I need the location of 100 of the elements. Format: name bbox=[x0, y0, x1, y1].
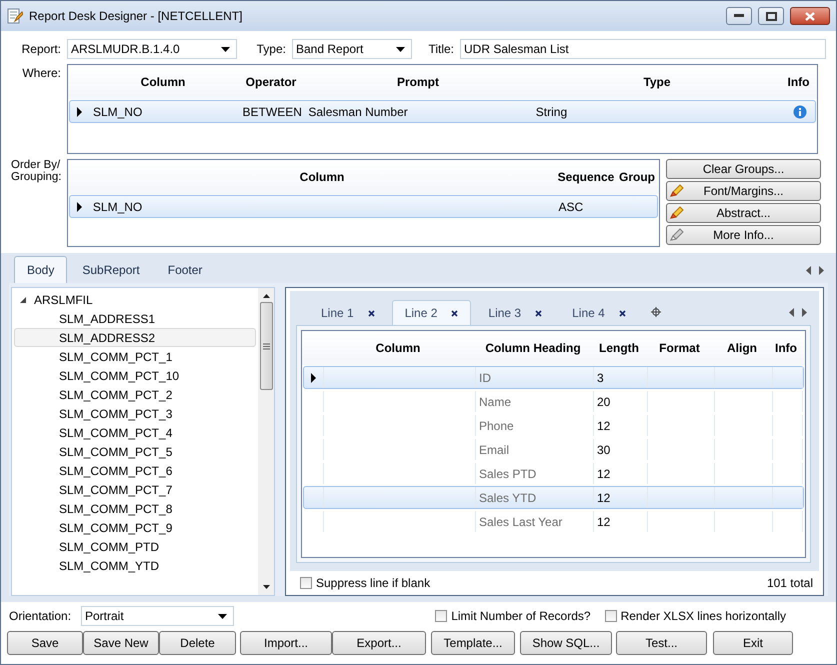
table-cell: String bbox=[536, 104, 568, 118]
table-cell: 3 bbox=[597, 370, 604, 384]
scroll-left-icon[interactable] bbox=[789, 308, 794, 316]
button[interactable]: Save bbox=[7, 631, 83, 655]
column-header[interactable]: Length bbox=[592, 341, 646, 355]
column-header[interactable]: Info bbox=[782, 75, 815, 89]
dropdown[interactable]: Band Report bbox=[292, 39, 412, 59]
table-cell: 30 bbox=[597, 442, 610, 456]
field-label: Title: bbox=[427, 42, 455, 56]
scrollbar[interactable] bbox=[258, 288, 274, 595]
table-row[interactable]: Sales YTD 12 bbox=[303, 486, 804, 509]
tree-item[interactable]: SLM_COMM_PCT_5 bbox=[14, 442, 256, 461]
tab[interactable]: Body bbox=[14, 256, 68, 283]
checkbox[interactable] bbox=[435, 610, 448, 622]
close-icon[interactable] bbox=[618, 310, 626, 316]
column-header[interactable]: Operator bbox=[238, 75, 304, 89]
tree-item[interactable]: SLM_COMM_PCT_4 bbox=[14, 423, 256, 442]
checkbox[interactable] bbox=[300, 577, 312, 589]
column-header[interactable]: Format bbox=[646, 341, 713, 355]
info-icon[interactable] bbox=[792, 104, 807, 118]
side-button[interactable]: Font/Margins... bbox=[666, 181, 821, 201]
tab[interactable]: Line 1 bbox=[308, 300, 388, 325]
input-field[interactable]: UDR Salesman List bbox=[460, 39, 826, 59]
dropdown-caret-icon[interactable] bbox=[221, 46, 230, 52]
add-tab-icon[interactable] bbox=[650, 307, 661, 317]
close-icon[interactable] bbox=[535, 310, 542, 316]
tree-item[interactable]: SLM_COMM_PCT_1 bbox=[14, 347, 256, 366]
tab[interactable]: Footer bbox=[154, 256, 216, 283]
side-button[interactable]: Clear Groups... bbox=[666, 159, 821, 179]
button[interactable]: Test... bbox=[616, 631, 707, 655]
button[interactable]: Import... bbox=[240, 631, 332, 655]
checkbox-label: Suppress line if blank bbox=[316, 576, 430, 590]
scroll-down-icon[interactable] bbox=[262, 585, 270, 589]
tree-item[interactable]: SLM_COMM_PCT_6 bbox=[14, 461, 256, 480]
table-row[interactable]: Sales PTD 12 bbox=[303, 462, 804, 485]
field-label: Where: bbox=[21, 65, 62, 80]
column-header[interactable]: Column Heading bbox=[474, 341, 592, 355]
button[interactable]: Exit bbox=[713, 631, 793, 655]
tab[interactable]: SubReport bbox=[69, 256, 153, 283]
column-header[interactable]: Type bbox=[532, 75, 782, 89]
column-header[interactable]: Align bbox=[713, 341, 771, 355]
dropdown-value: ARSLMUDR.B.1.4.0 bbox=[71, 42, 180, 56]
checkbox-label: Render XLSX lines horizontally bbox=[620, 609, 786, 623]
close-icon[interactable] bbox=[451, 310, 458, 316]
tree-item[interactable]: SLM_ADDRESS1 bbox=[14, 309, 256, 328]
expand-arrow-icon[interactable] bbox=[20, 296, 26, 302]
tree-item[interactable]: SLM_COMM_YTD bbox=[14, 556, 256, 575]
column-header[interactable]: Prompt bbox=[304, 75, 532, 89]
column-header[interactable]: Sequence bbox=[556, 170, 616, 184]
minimize-button[interactable] bbox=[726, 7, 752, 25]
button[interactable]: Export... bbox=[332, 631, 426, 655]
button[interactable]: Delete bbox=[159, 631, 236, 655]
maximize-button[interactable] bbox=[758, 7, 784, 25]
button[interactable]: Template... bbox=[431, 631, 515, 655]
close-icon[interactable] bbox=[368, 310, 375, 316]
column-header[interactable]: Info bbox=[771, 341, 801, 355]
scroll-up-icon[interactable] bbox=[262, 294, 270, 298]
table-row[interactable]: ID 3 bbox=[303, 366, 804, 389]
tree-item[interactable]: SLM_COMM_PCT_3 bbox=[14, 404, 256, 423]
tree-item[interactable]: SLM_COMM_PCT_2 bbox=[14, 385, 256, 404]
scroll-right-icon[interactable] bbox=[819, 266, 824, 274]
tab[interactable]: Line 2 bbox=[392, 300, 472, 325]
side-button[interactable]: Abstract... bbox=[666, 203, 821, 223]
dropdown-caret-icon[interactable] bbox=[218, 614, 227, 618]
close-button[interactable] bbox=[790, 7, 830, 25]
column-header[interactable]: Column bbox=[322, 341, 474, 355]
dropdown[interactable]: Portrait bbox=[81, 606, 234, 626]
table-row[interactable]: Phone 12 bbox=[303, 414, 804, 437]
tree-item[interactable]: SLM_COMM_PCT_10 bbox=[14, 366, 256, 385]
table-row[interactable]: Name 20 bbox=[303, 390, 804, 413]
table-cell: SLM_NO bbox=[92, 104, 142, 118]
column-header[interactable]: Group bbox=[616, 170, 658, 184]
tab[interactable]: Line 3 bbox=[475, 300, 556, 325]
tree-item[interactable]: SLM_COMM_PCT_9 bbox=[14, 518, 256, 537]
tree-item[interactable]: SLM_COMM_PCT_7 bbox=[14, 480, 256, 499]
grip-icon[interactable] bbox=[262, 342, 270, 350]
dropdown[interactable]: ARSLMUDR.B.1.4.0 bbox=[67, 39, 237, 59]
tree-item[interactable]: SLM_ADDRESS2 bbox=[14, 328, 256, 347]
scroll-left-icon[interactable] bbox=[806, 266, 811, 274]
column-header[interactable]: Column bbox=[88, 75, 238, 89]
table-row[interactable]: Sales Last Year 12 bbox=[303, 510, 804, 533]
column-header[interactable]: Column bbox=[88, 170, 556, 184]
side-button[interactable]: More Info... bbox=[666, 225, 821, 245]
table-row[interactable]: SLM_NO ASC bbox=[69, 195, 658, 218]
dropdown-caret-icon[interactable] bbox=[396, 46, 405, 52]
total-count: 101 total bbox=[766, 576, 813, 590]
dropdown-value: Portrait bbox=[85, 609, 124, 623]
tree-item[interactable]: SLM_COMM_PCT_8 bbox=[14, 499, 256, 518]
tab[interactable]: Line 4 bbox=[559, 300, 639, 325]
tree-item[interactable]: SLM_COMM_PTD bbox=[14, 537, 256, 556]
field-label: Orientation: bbox=[8, 609, 72, 623]
table-cell: Phone bbox=[479, 418, 514, 432]
table-cell: Name bbox=[479, 394, 512, 408]
table-row[interactable]: SLM_NO BETWEEN Salesman Number String bbox=[69, 100, 816, 123]
tree-item[interactable]: ARSLMFIL bbox=[34, 292, 93, 306]
table-row[interactable]: Email 30 bbox=[303, 438, 804, 461]
button[interactable]: Save New bbox=[83, 631, 159, 655]
scroll-right-icon[interactable] bbox=[802, 308, 807, 316]
checkbox[interactable] bbox=[604, 610, 617, 622]
button[interactable]: Show SQL... bbox=[520, 631, 612, 655]
